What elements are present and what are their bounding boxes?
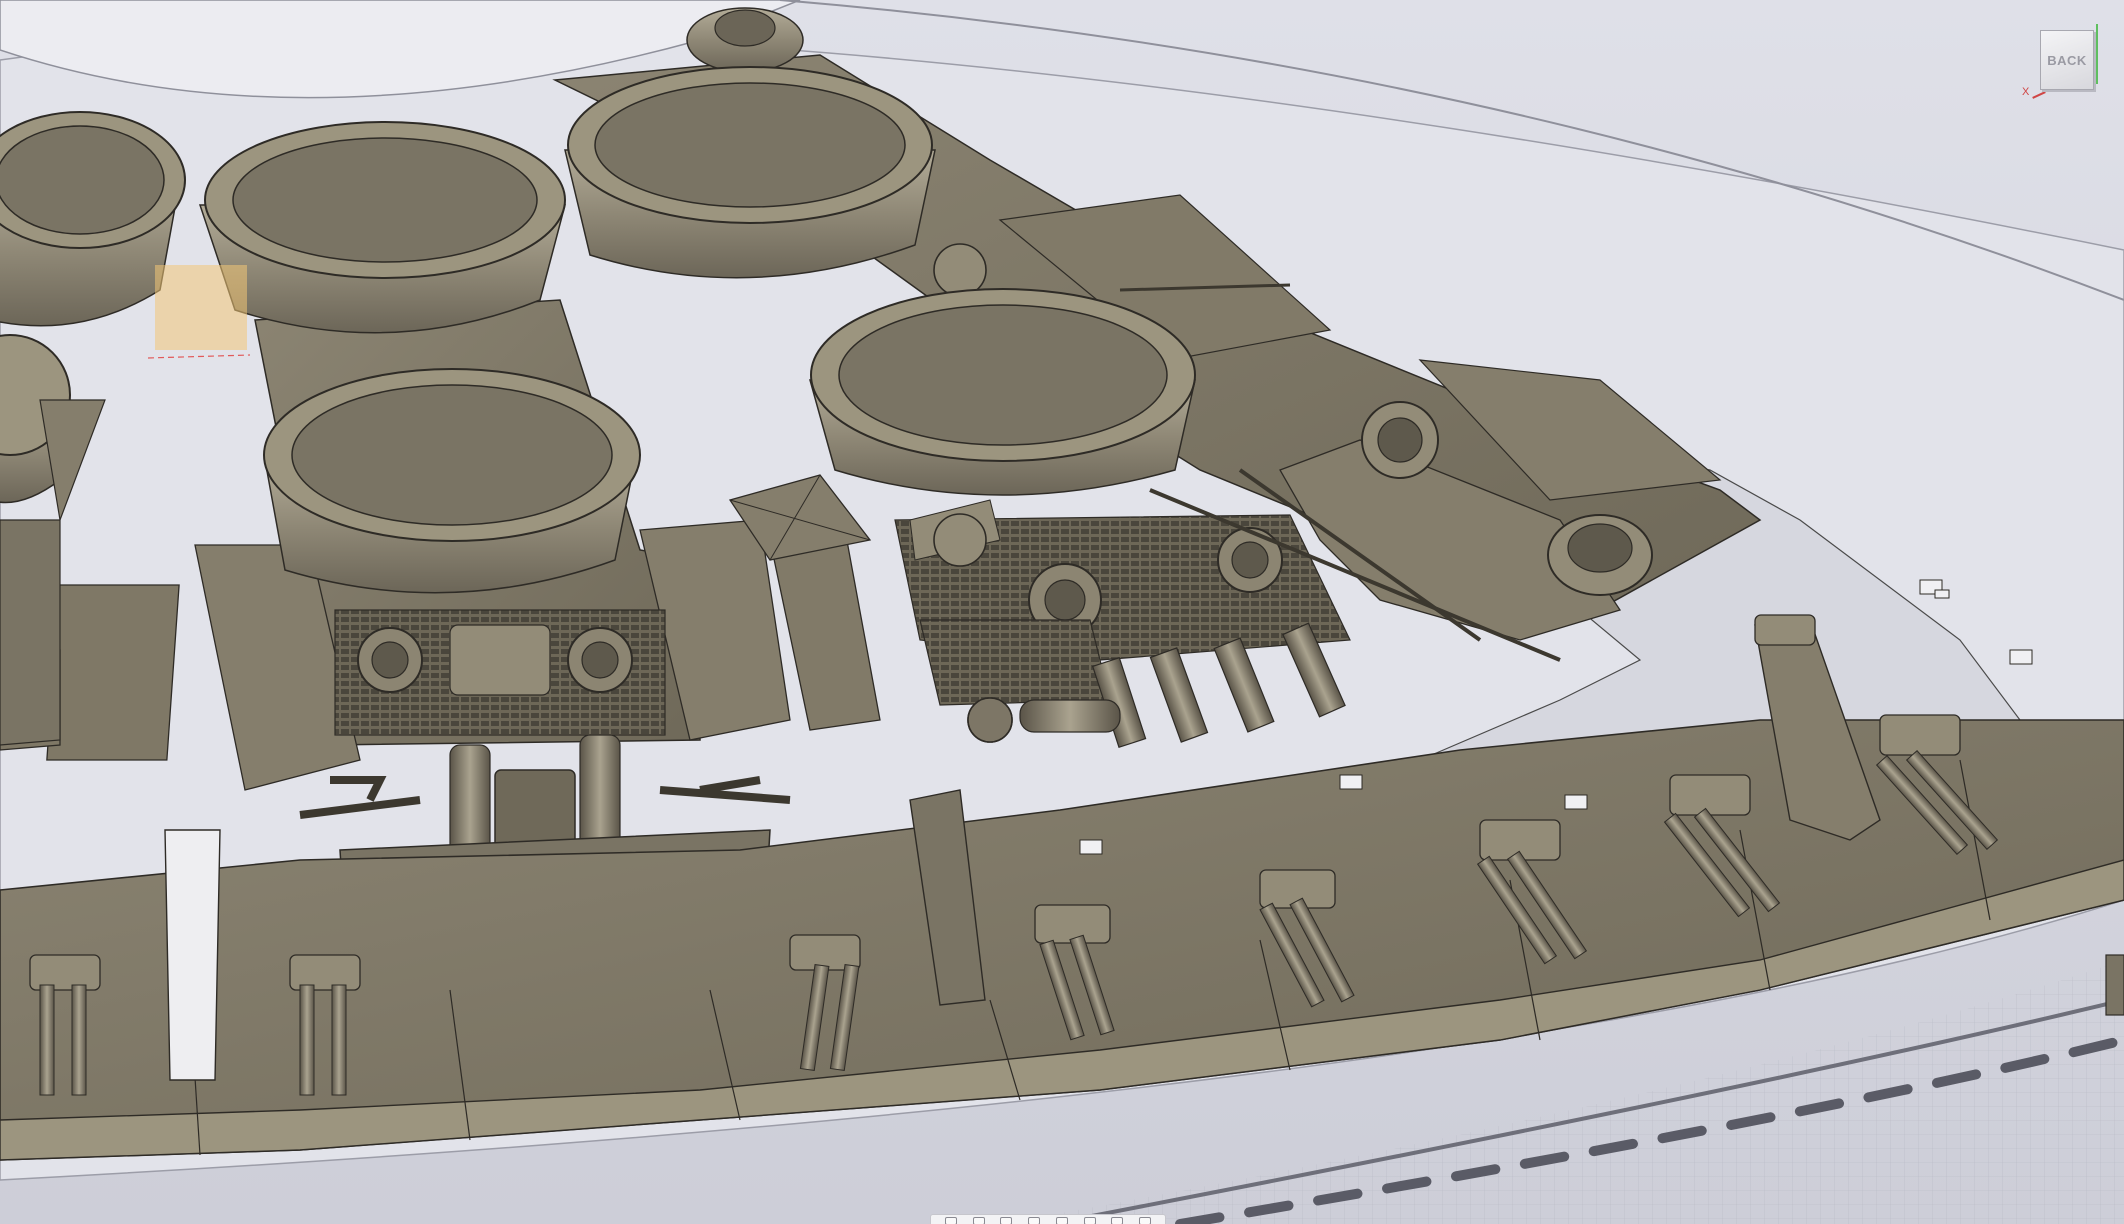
marker-3 xyxy=(1564,794,1588,810)
turret-2-barrel-a xyxy=(299,984,315,1096)
turret-1-barrel-a xyxy=(39,984,55,1096)
ring-base-5-well xyxy=(838,304,1168,446)
marker-4 xyxy=(2009,649,2033,665)
grid-settings-icon[interactable] xyxy=(1111,1216,1124,1224)
ring-base-5 xyxy=(809,288,1196,496)
orbit-icon[interactable] xyxy=(944,1216,957,1224)
selection-highlight xyxy=(155,265,247,350)
gear-ring-1-inner xyxy=(371,641,409,679)
ring-base-2-well xyxy=(232,137,538,263)
display-settings-icon[interactable] xyxy=(1083,1216,1096,1224)
console-plate xyxy=(449,624,551,696)
marker-6 xyxy=(1934,589,1950,599)
zoom-icon[interactable] xyxy=(1028,1216,1041,1224)
ring-base-4 xyxy=(263,368,641,594)
right-edge-part xyxy=(2105,954,2124,1016)
ring-base-4-well xyxy=(291,384,613,526)
pan-icon[interactable] xyxy=(972,1216,985,1224)
turret-4-mount xyxy=(1034,904,1111,944)
model-canvas[interactable] xyxy=(0,0,2124,1224)
top-dome-inner xyxy=(714,9,776,47)
gear-ring-6-inner xyxy=(1567,523,1633,573)
marker-2 xyxy=(1339,774,1363,790)
turret-8-mount xyxy=(1879,714,1961,756)
white-post xyxy=(164,829,221,1081)
gear-ring-3-inner xyxy=(1044,579,1086,621)
gear-ring-5-inner xyxy=(1377,417,1423,463)
x-axis-label: X xyxy=(2022,86,2030,98)
turret-1-barrel-b xyxy=(71,984,87,1096)
viewcube-face-label: BACK xyxy=(2047,52,2087,68)
gear-ring-4-inner xyxy=(1231,541,1269,579)
tower-right-cap xyxy=(1754,614,1816,646)
marker-1 xyxy=(1079,839,1103,855)
gear-ring-8 xyxy=(933,243,987,297)
turret-2-barrel-b xyxy=(331,984,347,1096)
cad-viewport[interactable]: X BACK xyxy=(0,0,2124,1224)
x-axis-line xyxy=(2032,91,2046,99)
viewports-icon[interactable] xyxy=(1139,1216,1152,1224)
navigation-toolbar xyxy=(930,1214,1166,1224)
turret-7-mount xyxy=(1669,774,1751,816)
gear-ring-2-inner xyxy=(581,641,619,679)
look-at-icon[interactable] xyxy=(1000,1216,1013,1224)
compass-disc xyxy=(967,697,1013,743)
left-panel-a xyxy=(46,584,180,761)
gear-ring-7 xyxy=(933,513,987,567)
ring-base-2 xyxy=(198,121,566,334)
mid-panel-under xyxy=(919,619,1111,706)
pipe-5 xyxy=(1019,699,1121,733)
z-axis-line xyxy=(2096,24,2098,84)
ring-base-3-well xyxy=(594,82,906,208)
viewcube[interactable]: X BACK xyxy=(2022,24,2100,104)
viewcube-back-face[interactable]: BACK xyxy=(2040,30,2094,90)
ring-base-1-well xyxy=(0,125,165,235)
left-edge-plate xyxy=(0,519,61,746)
fit-icon[interactable] xyxy=(1055,1216,1068,1224)
ring-base-3 xyxy=(564,66,936,279)
